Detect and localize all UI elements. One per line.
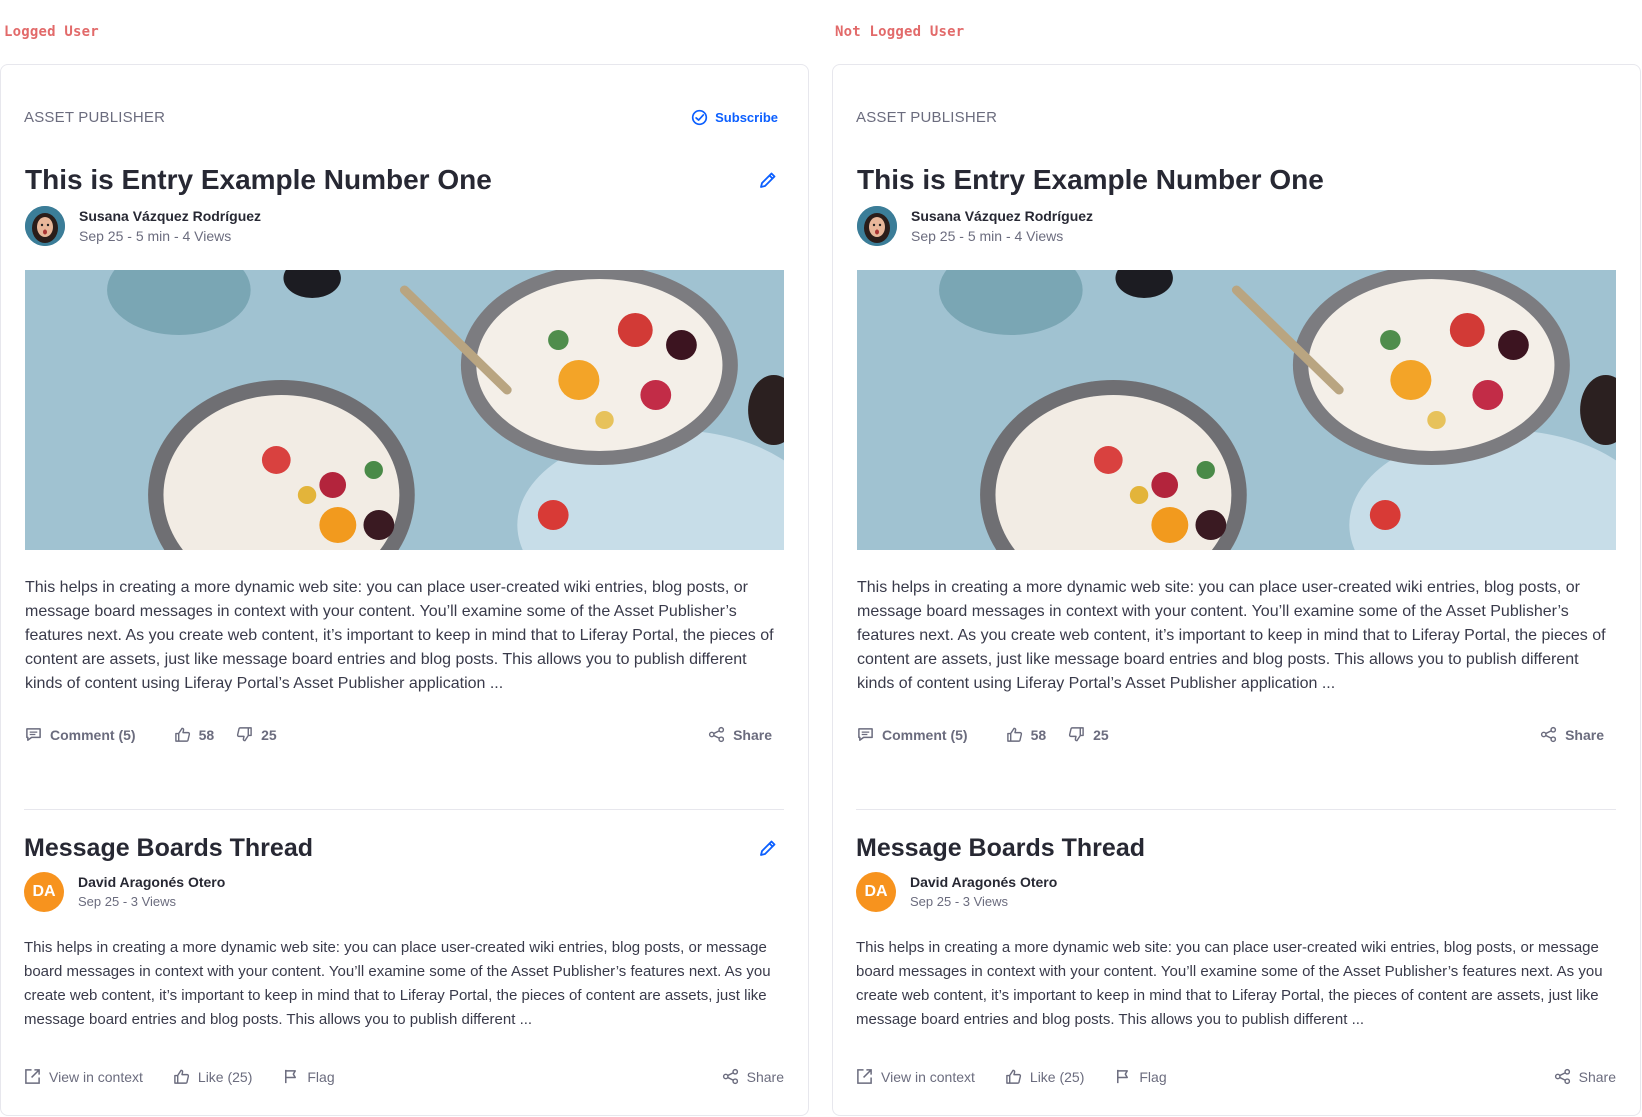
dislike-button[interactable]: 25	[236, 726, 277, 743]
share-icon	[1540, 726, 1557, 743]
asset-publisher-card-logged: ASSET PUBLISHER Subscribe This is Entry …	[0, 64, 809, 1116]
entry-title[interactable]: This is Entry Example Number One	[857, 162, 1324, 198]
share-icon	[708, 726, 725, 743]
entry-excerpt: This helps in creating a more dynamic we…	[25, 579, 774, 692]
divider	[24, 809, 784, 810]
thumbs-up-icon	[174, 1069, 189, 1084]
dislikes-count: 25	[1093, 726, 1109, 743]
author-name[interactable]: Susana Vázquez Rodríguez	[79, 206, 261, 226]
blog-entry: This is Entry Example Number One Susana …	[25, 162, 784, 743]
message-boards-thread: Message Boards Thread DA David Aragonés …	[856, 832, 1616, 1085]
thumbs-down-icon	[237, 727, 252, 742]
share-button[interactable]: Share	[722, 1068, 784, 1085]
hero-image	[857, 270, 1616, 550]
like-button[interactable]: 58	[1006, 726, 1047, 743]
thread-title[interactable]: Message Boards Thread	[856, 832, 1145, 864]
entry-actions: Comment (5) 58 25 Share	[25, 726, 784, 743]
thumbs-down-icon	[1069, 727, 1084, 742]
entry-excerpt: This helps in creating a more dynamic we…	[857, 579, 1606, 692]
flag-button[interactable]: Flag	[1114, 1068, 1167, 1085]
share-button[interactable]: Share	[1540, 726, 1604, 743]
thread-title[interactable]: Message Boards Thread	[24, 832, 313, 864]
author-name[interactable]: David Aragonés Otero	[78, 872, 225, 892]
author-row: Susana Vázquez Rodríguez Sep 25 - 5 min …	[857, 206, 1616, 246]
thumbs-up-icon	[1006, 727, 1022, 742]
author-name[interactable]: David Aragonés Otero	[910, 872, 1057, 892]
comment-label: Comment (5)	[882, 726, 968, 743]
check-circle-icon	[691, 109, 708, 125]
share-button[interactable]: Share	[1554, 1068, 1616, 1085]
avatar[interactable]	[25, 206, 65, 246]
thumbs-up-icon	[174, 727, 190, 742]
thumbs-up-icon	[1006, 1069, 1021, 1084]
blog-entry: This is Entry Example Number One Susana …	[857, 162, 1616, 743]
asset-publisher-label: ASSET PUBLISHER	[856, 108, 998, 126]
author-row: DA David Aragonés Otero Sep 25 - 3 Views	[24, 872, 784, 912]
view-in-context-label: View in context	[49, 1068, 143, 1085]
thread-meta: Sep 25 - 3 Views	[910, 894, 1009, 909]
hero-image	[25, 270, 784, 550]
thread-excerpt: This helps in creating a more dynamic we…	[24, 939, 771, 1028]
share-label: Share	[1565, 726, 1604, 743]
card-header: ASSET PUBLISHER Subscribe	[24, 105, 778, 129]
flag-label: Flag	[307, 1068, 335, 1085]
thread-meta: Sep 25 - 3 Views	[78, 894, 177, 909]
external-link-icon	[25, 1069, 40, 1084]
comment-button[interactable]: Comment (5)	[857, 726, 968, 743]
share-label: Share	[746, 1068, 784, 1085]
flag-label: Flag	[1139, 1068, 1167, 1085]
avatar-photo-icon	[25, 206, 65, 246]
pencil-icon[interactable]	[758, 170, 778, 190]
author-row: Susana Vázquez Rodríguez Sep 25 - 5 min …	[25, 206, 784, 246]
share-icon	[722, 1068, 738, 1085]
subscribe-label: Subscribe	[715, 109, 778, 125]
message-boards-thread: Message Boards Thread DA David Aragonés …	[24, 832, 784, 1085]
asset-publisher-card-not-logged: ASSET PUBLISHER This is Entry Example Nu…	[832, 64, 1641, 1116]
view-in-context-label: View in context	[881, 1068, 975, 1085]
avatar[interactable]	[857, 206, 897, 246]
thread-actions: View in context Like (25) Flag Share	[24, 1068, 784, 1085]
avatar-photo-icon	[857, 206, 897, 246]
comment-label: Comment (5)	[50, 726, 136, 743]
like-label: Like (25)	[197, 1068, 253, 1085]
share-icon	[1554, 1068, 1570, 1085]
entry-title[interactable]: This is Entry Example Number One	[25, 162, 492, 198]
flag-icon	[285, 1069, 297, 1084]
likes-count: 58	[198, 726, 215, 743]
entry-actions: Comment (5) 58 25 Share	[857, 726, 1616, 743]
like-label: Like (25)	[1029, 1068, 1085, 1085]
asset-publisher-label: ASSET PUBLISHER	[24, 108, 166, 126]
like-button[interactable]: Like (25)	[1005, 1068, 1084, 1085]
like-button[interactable]: Like (25)	[173, 1068, 252, 1085]
divider	[856, 809, 1616, 810]
comment-icon	[858, 728, 873, 741]
dislike-button[interactable]: 25	[1068, 726, 1109, 743]
view-in-context-button[interactable]: View in context	[24, 1068, 143, 1085]
card-header: ASSET PUBLISHER	[856, 105, 1610, 129]
share-label: Share	[1578, 1068, 1616, 1085]
share-button[interactable]: Share	[708, 726, 772, 743]
thread-actions: View in context Like (25) Flag Share	[856, 1068, 1616, 1085]
view-in-context-button[interactable]: View in context	[856, 1068, 975, 1085]
author-row: DA David Aragonés Otero Sep 25 - 3 Views	[856, 872, 1616, 912]
avatar[interactable]: DA	[24, 872, 64, 912]
entry-meta: Sep 25 - 5 min - 4 Views	[911, 228, 1064, 244]
entry-meta: Sep 25 - 5 min - 4 Views	[79, 228, 232, 244]
logged-user-label: Logged User	[4, 24, 99, 40]
author-name[interactable]: Susana Vázquez Rodríguez	[911, 206, 1093, 226]
pencil-icon[interactable]	[758, 838, 778, 858]
flag-icon	[1117, 1069, 1129, 1084]
like-button[interactable]: 58	[174, 726, 215, 743]
likes-count: 58	[1030, 726, 1047, 743]
flag-button[interactable]: Flag	[282, 1068, 335, 1085]
comment-icon	[26, 728, 41, 741]
thread-excerpt: This helps in creating a more dynamic we…	[856, 939, 1603, 1028]
comment-button[interactable]: Comment (5)	[25, 726, 136, 743]
dislikes-count: 25	[261, 726, 277, 743]
not-logged-user-label: Not Logged User	[835, 24, 965, 40]
subscribe-button[interactable]: Subscribe	[691, 109, 778, 126]
share-label: Share	[733, 726, 772, 743]
external-link-icon	[857, 1069, 872, 1084]
avatar[interactable]: DA	[856, 872, 896, 912]
